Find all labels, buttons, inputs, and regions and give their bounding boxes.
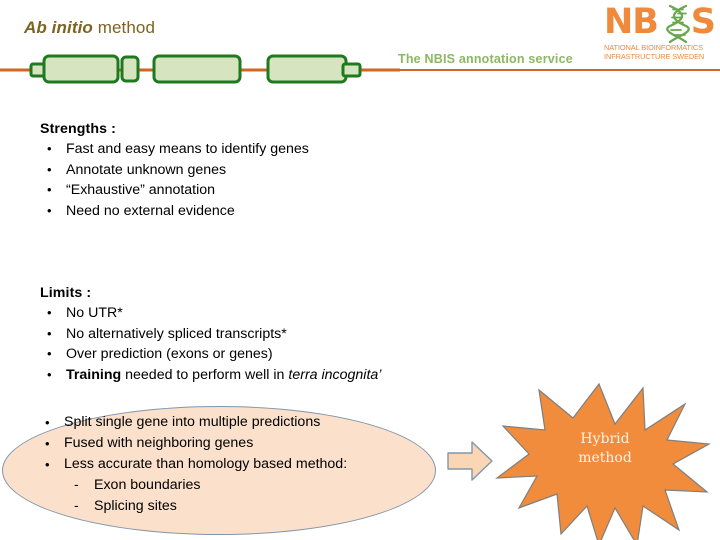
star-label: Hybrid method bbox=[546, 430, 664, 468]
star-label-line1: Hybrid bbox=[580, 431, 630, 447]
page-title-regular: method bbox=[92, 18, 156, 37]
nbis-logo-letters: NB bbox=[604, 2, 659, 42]
limits-item4-rest: needed to perform well in bbox=[121, 366, 289, 383]
ellipse-text-block: Split single gene into multiple predicti… bbox=[38, 412, 438, 517]
list-item: Training needed to perform well in terra… bbox=[40, 365, 381, 386]
nbis-logo: NB S NATIONAL BIOINFORMATICS INFRASTRUCT… bbox=[604, 2, 716, 64]
list-item: Less accurate than homology based method… bbox=[38, 454, 438, 475]
page-title-italic: Ab initio bbox=[24, 18, 93, 37]
strengths-block: Strengths : Fast and easy means to ident… bbox=[40, 121, 309, 221]
limits-list: No UTR* No alternatively spliced transcr… bbox=[40, 303, 381, 385]
limits-heading: Limits : bbox=[40, 285, 92, 301]
nbis-logo-subtitle: NATIONAL BIOINFORMATICS INFRASTRUCTURE S… bbox=[604, 43, 716, 61]
slide-canvas: Ab initio method The NBIS annotation ser… bbox=[0, 0, 720, 540]
list-item: No alternatively spliced transcripts* bbox=[40, 324, 381, 345]
strengths-list: Fast and easy means to identify genes An… bbox=[40, 139, 309, 221]
list-item: Exon boundaries bbox=[68, 475, 438, 496]
list-item: “Exhaustive” annotation bbox=[40, 180, 309, 201]
strengths-heading: Strengths : bbox=[40, 121, 116, 137]
list-item: No UTR* bbox=[40, 303, 381, 324]
dna-helix-icon bbox=[666, 4, 692, 44]
list-item: Fast and easy means to identify genes bbox=[40, 139, 309, 160]
gene-model-diagram bbox=[0, 50, 400, 84]
nbis-logo-mark: NB S bbox=[604, 2, 716, 44]
limits-item4-italic: terra incognita’ bbox=[288, 366, 382, 383]
list-item: Over prediction (exons or genes) bbox=[40, 344, 381, 365]
nbis-logo-letter-s: S bbox=[690, 2, 716, 42]
ellipse-sublist: Exon boundaries Splicing sites bbox=[38, 475, 438, 517]
limits-block: Limits : No UTR* No alternatively splice… bbox=[40, 285, 381, 385]
star-label-line2: method bbox=[578, 450, 632, 466]
list-item: Need no external evidence bbox=[40, 201, 309, 222]
right-arrow-icon bbox=[446, 437, 494, 485]
list-item: Fused with neighboring genes bbox=[38, 433, 438, 454]
nbis-logo-subtitle-line1: NATIONAL BIOINFORMATICS bbox=[604, 43, 703, 52]
page-title: Ab initio method bbox=[24, 18, 155, 38]
ellipse-list: Split single gene into multiple predicti… bbox=[38, 412, 438, 475]
nbis-logo-subtitle-line2: INFRASTRUCTURE SWEDEN bbox=[604, 52, 705, 62]
list-item: Splicing sites bbox=[68, 496, 438, 517]
limits-item4-bold: Training bbox=[66, 366, 122, 383]
service-tagline: The NBIS annotation service bbox=[398, 52, 573, 66]
list-item: Annotate unknown genes bbox=[40, 160, 309, 181]
list-item: Split single gene into multiple predicti… bbox=[38, 412, 438, 433]
